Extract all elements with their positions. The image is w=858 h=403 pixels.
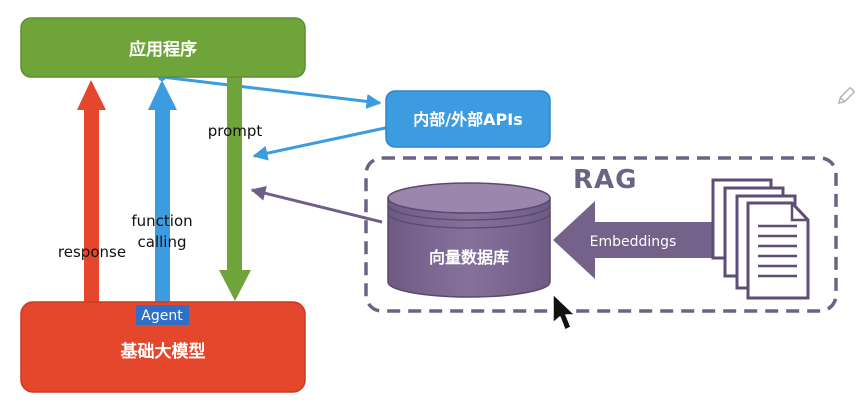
api-label: 内部/外部APIs [413,110,522,129]
prompt-label: prompt [208,122,263,140]
calling-label: calling [138,233,187,251]
api-to-agent-arrow [252,125,391,161]
application-node: 应用程序 [20,17,306,78]
rag-label: RAG [573,165,637,195]
embeddings-label: Embeddings [590,234,677,250]
response-arrow [77,80,106,302]
vdb-to-agent-arrow [250,185,383,224]
prompt-arrow [219,77,251,301]
diagram-canvas: RAG 向量数据库 Embeddings 应用程序 内部/外部APIs Agen… [20,17,855,393]
app-to-api-arrow [161,75,382,109]
application-label: 应用程序 [129,39,197,60]
base-model-node: Agent 基础大模型 [20,301,306,393]
pencil-icon[interactable] [837,87,855,106]
api-node: 内部/外部APIs [385,90,551,148]
embeddings-arrow: Embeddings [553,201,712,279]
base-model-label: 基础大模型 [120,341,206,362]
function-label: function [131,212,192,230]
response-label: response [58,243,126,261]
document-stack-icon [711,178,810,300]
agent-label: Agent [141,308,183,324]
function-calling-arrow [148,80,177,302]
mouse-pointer-icon [552,293,576,331]
vector-database-label: 向量数据库 [429,248,509,267]
vector-database-node: 向量数据库 [387,182,551,298]
